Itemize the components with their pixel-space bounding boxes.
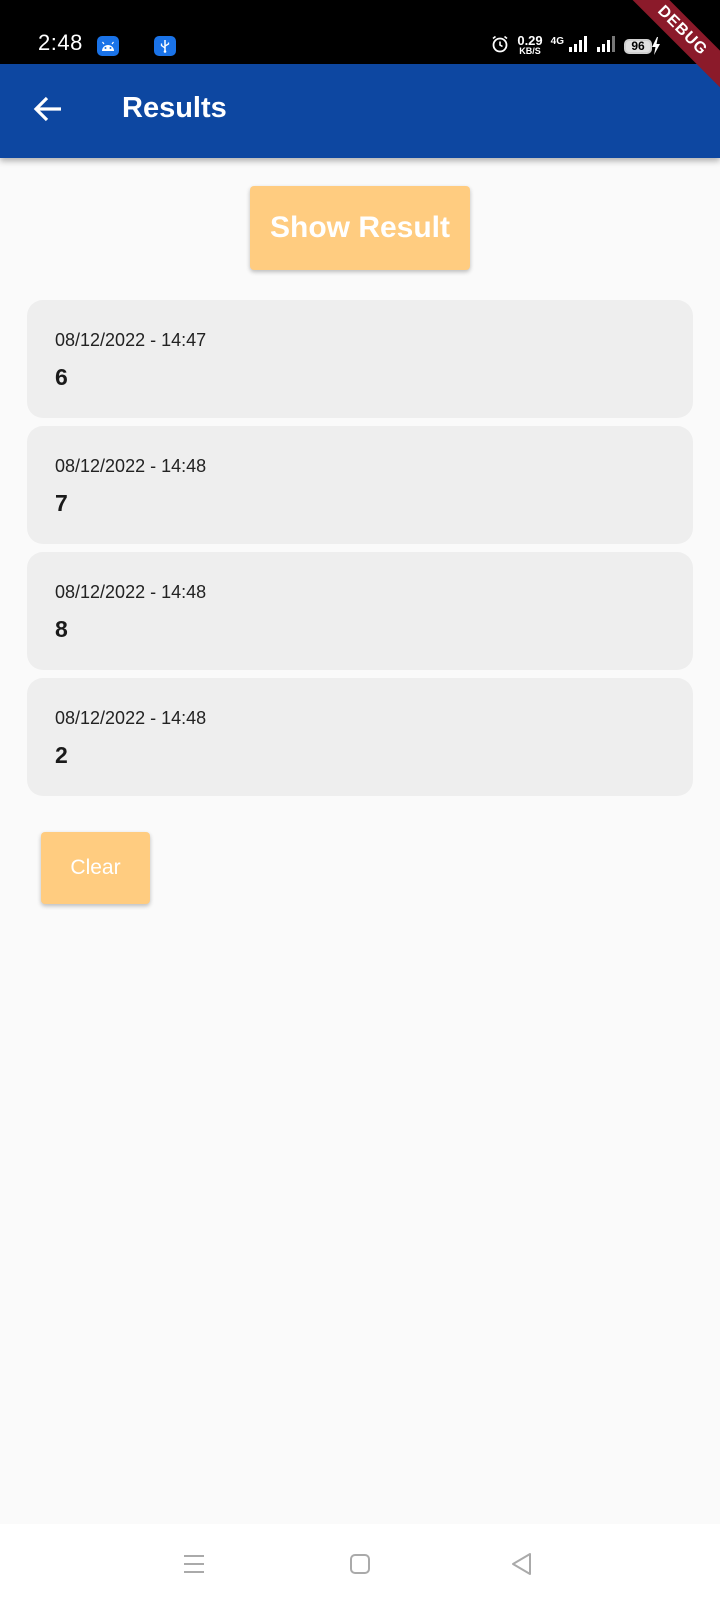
result-value: 2 <box>55 742 68 768</box>
list-item: 08/12/2022 - 14:48 2 <box>27 678 693 796</box>
home-button[interactable] <box>340 1544 380 1584</box>
status-indicators: 0.29 KB/S 4G 96 <box>491 34 660 58</box>
list-item: 08/12/2022 - 14:47 6 <box>27 300 693 418</box>
home-square-icon <box>350 1554 370 1574</box>
back-nav-button[interactable] <box>502 1544 542 1584</box>
arrow-back-icon <box>33 96 61 122</box>
app-bar: Results <box>0 64 720 158</box>
net-speed: 0.29 KB/S <box>517 33 543 56</box>
result-date: 08/12/2022 - 14:48 <box>55 708 207 728</box>
result-date: 08/12/2022 - 14:48 <box>55 582 207 602</box>
result-date: 08/12/2022 - 14:48 <box>55 456 207 476</box>
list-item: 08/12/2022 - 14:48 8 <box>27 552 693 670</box>
back-button[interactable] <box>28 89 68 129</box>
status-bar: 2:48 0.29 KB/S 4G 96 <box>0 0 720 64</box>
net-speed-unit: KB/S <box>519 46 541 56</box>
result-date: 08/12/2022 - 14:47 <box>55 330 207 350</box>
result-value: 8 <box>55 616 68 642</box>
charging-bolt-icon <box>652 37 660 55</box>
status-time: 2:48 <box>38 30 83 55</box>
result-value: 6 <box>55 364 68 390</box>
menu-icon <box>184 1555 204 1573</box>
system-nav-bar <box>0 1524 720 1600</box>
results-list: 08/12/2022 - 14:47 6 08/12/2022 - 14:48 … <box>27 300 693 804</box>
result-value: 7 <box>55 490 68 516</box>
net-speed-value: 0.29 <box>517 33 543 48</box>
back-triangle-icon <box>512 1553 531 1575</box>
list-item: 08/12/2022 - 14:48 7 <box>27 426 693 544</box>
battery-level: 96 <box>624 38 652 54</box>
battery-icon: 96 <box>624 37 660 55</box>
usb-notification-icon <box>154 36 176 56</box>
page-title: Results <box>122 92 227 124</box>
alarm-icon <box>491 35 509 58</box>
signal-strength-icon <box>568 35 588 57</box>
show-result-button[interactable]: Show Result <box>250 186 470 270</box>
recent-apps-button[interactable] <box>174 1544 214 1584</box>
android-notification-icon <box>97 36 119 56</box>
network-type: 4G <box>550 35 564 47</box>
clear-button[interactable]: Clear <box>41 832 150 904</box>
signal-strength-2-icon <box>596 35 616 57</box>
